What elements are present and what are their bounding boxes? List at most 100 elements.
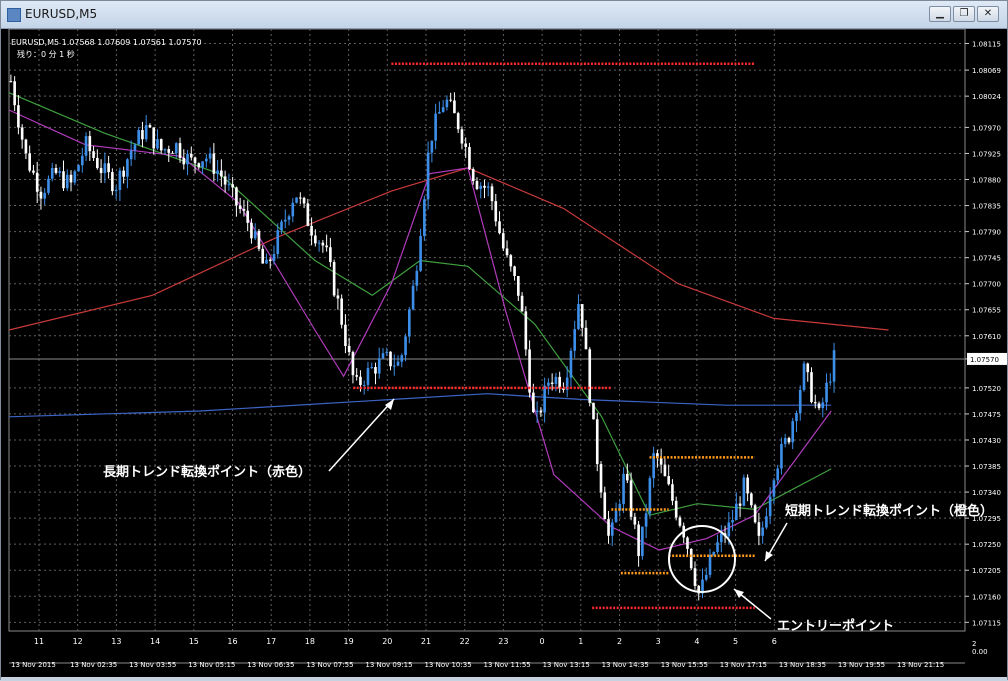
candle-body — [92, 151, 95, 158]
time-tick-hour: 2 — [617, 637, 622, 646]
price-tick-label: 1.07970 — [972, 124, 1001, 132]
candle-body — [250, 222, 253, 239]
candle-body — [584, 327, 588, 350]
price-tick-label: 1.07655 — [972, 307, 1001, 315]
candle-body — [118, 170, 122, 190]
candle-body — [144, 125, 148, 140]
time-tick-date: 13 Nov 21:15 — [897, 661, 944, 669]
time-tick-date: 13 Nov 02:35 — [70, 661, 117, 669]
candle-body — [810, 372, 813, 403]
moving-average-red — [8, 167, 889, 331]
candle-body — [517, 275, 520, 296]
candle-body — [614, 510, 618, 523]
candle-body — [407, 309, 411, 337]
chart-window[interactable]: EURUSD,M5 ▁ ❐ ✕ 1.08115 1.08069 1.08024 1.0… — [0, 0, 1008, 681]
candle-body — [208, 153, 212, 159]
plot-border — [8, 29, 966, 632]
price-tick-label: 1.07880 — [972, 177, 1001, 185]
price-chart[interactable]: 1.08115 1.08069 1.08024 1.07970 1.07925 1.078… — [1, 29, 1007, 679]
price-tick-label: 1.07790 — [972, 229, 1001, 237]
candle-body — [520, 295, 524, 312]
candle-body — [96, 157, 99, 169]
minimize-icon: ▁ — [936, 8, 944, 19]
time-tick-date: 13 Nov 13:15 — [543, 661, 590, 669]
candle-body — [595, 419, 599, 465]
candle-body — [295, 197, 298, 203]
candle-body — [513, 266, 516, 276]
candle-body — [483, 185, 486, 188]
time-tick-date: 13 Nov 09:15 — [365, 661, 412, 669]
candle-body — [426, 152, 430, 200]
candle-body — [329, 247, 332, 263]
candle-body — [141, 130, 144, 140]
candle-body — [486, 186, 490, 188]
time-tick-date: 13 Nov 14:35 — [602, 661, 649, 669]
entry-label: エントリーポイント — [777, 618, 894, 634]
candle-body — [355, 375, 359, 377]
candle-body — [80, 155, 84, 166]
candle-body — [261, 248, 265, 264]
candle-body — [622, 473, 625, 505]
time-tick-hour: 0 — [540, 637, 545, 646]
candle-body — [479, 185, 483, 189]
candle-body — [35, 172, 39, 192]
candle-body — [325, 245, 328, 248]
candle-body — [17, 105, 20, 128]
candle-body — [238, 205, 242, 209]
candle-body — [832, 350, 836, 382]
price-tick-label: 1.07520 — [972, 385, 1001, 393]
candle-body — [332, 262, 336, 296]
candle-body — [163, 149, 167, 151]
time-tick-hour: 19 — [344, 637, 354, 646]
candle-body — [20, 127, 24, 140]
candle-body — [825, 382, 828, 403]
candle-body — [62, 171, 65, 189]
candle-body — [193, 157, 197, 164]
time-tick-hour: 12 — [73, 637, 83, 646]
candle-body — [498, 221, 501, 234]
candle-body — [39, 191, 43, 199]
candle-body — [344, 324, 347, 346]
candle-body — [306, 203, 310, 226]
time-tick-hour: 1 — [578, 637, 583, 646]
candle-body — [757, 522, 761, 536]
candle-body — [641, 526, 644, 557]
candle-body — [802, 363, 806, 390]
candle-body — [813, 402, 817, 404]
candle-body — [750, 493, 753, 506]
candle-body — [99, 168, 103, 174]
candle-body — [111, 172, 114, 192]
moving-average-blue — [8, 393, 832, 418]
candle-body — [644, 513, 648, 527]
candle-body — [201, 161, 204, 168]
candle-body — [65, 174, 69, 189]
current-price-label: 1.07570 — [970, 356, 999, 364]
candle-body — [415, 270, 419, 286]
restore-button[interactable]: ❐ — [953, 6, 975, 22]
time-tick-hour: 14 — [150, 637, 160, 646]
candle-body — [689, 548, 693, 569]
candle-body — [716, 542, 719, 552]
candle-body — [659, 458, 663, 465]
candle-body — [84, 136, 88, 156]
candle-body — [362, 384, 366, 386]
candle-body — [806, 363, 810, 373]
candle-body — [727, 522, 731, 537]
window-titlebar[interactable]: EURUSD,M5 ▁ ❐ ✕ — [1, 1, 1007, 29]
price-tick-label: 1.07430 — [972, 437, 1001, 445]
candle-body — [381, 353, 385, 359]
candle-body — [43, 192, 47, 199]
candle-body — [577, 304, 580, 330]
candle-body — [783, 438, 787, 444]
price-tick-label: 1.07250 — [972, 541, 1001, 549]
time-tick-hour: 16 — [227, 637, 237, 646]
candle-body — [550, 382, 554, 384]
minimize-button[interactable]: ▁ — [929, 6, 951, 22]
short-term-arrowhead — [765, 551, 773, 561]
close-button[interactable]: ✕ — [977, 6, 999, 22]
candle-body — [32, 170, 35, 173]
candle-body — [291, 202, 295, 217]
candle-body — [103, 163, 107, 174]
candle-body — [370, 367, 374, 369]
candle-body — [276, 230, 280, 255]
